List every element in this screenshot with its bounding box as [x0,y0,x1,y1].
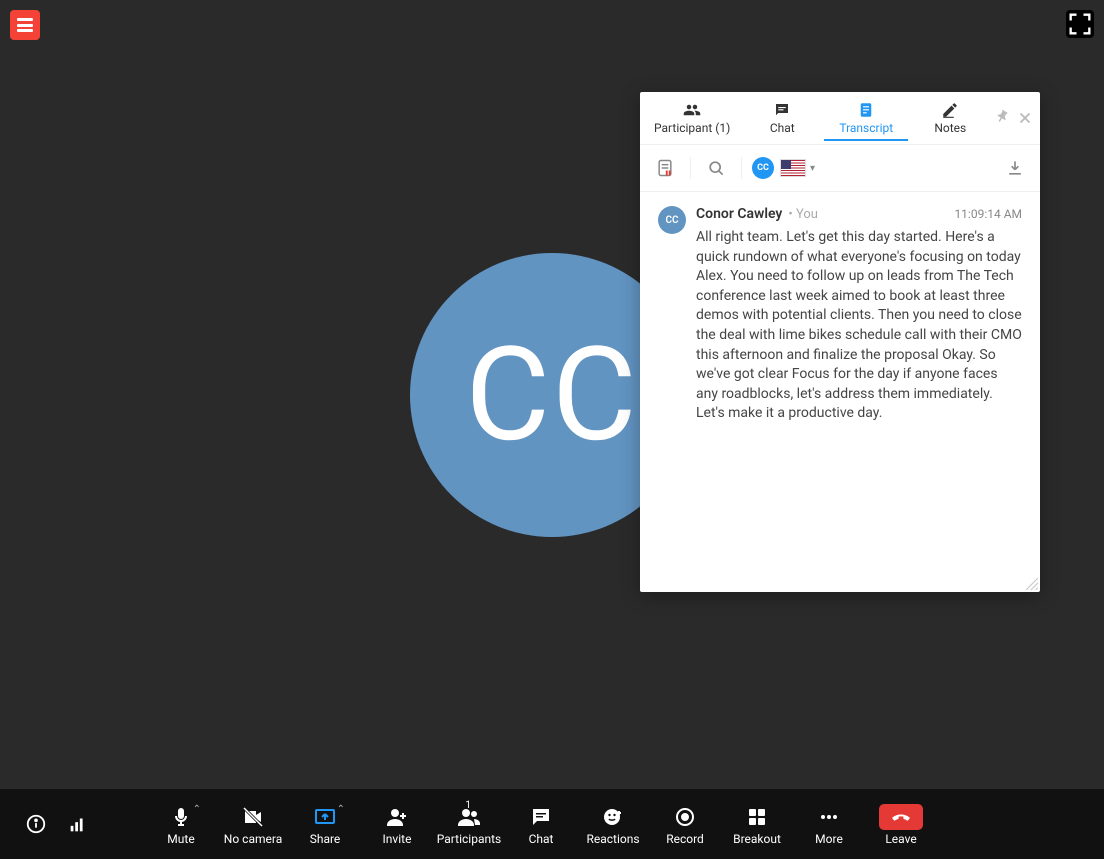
breakout-icon [745,805,769,829]
tab-label: Chat [770,121,795,135]
breakout-button[interactable]: Breakout [724,794,790,854]
camera-off-icon [241,805,265,829]
transcript-pause-icon [655,158,675,178]
button-label: Reactions [586,832,639,846]
participant-icon [683,101,701,119]
button-label: Chat [529,832,554,846]
share-screen-icon [313,805,337,829]
entry-author: Conor Cawley [696,206,782,222]
cc-avatar-badge: CC [752,157,774,179]
microphone-icon [169,805,193,829]
entry-timestamp: 11:09:14 AM [954,207,1022,221]
hangup-icon-wrapper [879,804,923,830]
entry-avatar: CC [658,206,686,234]
invite-icon [385,805,409,829]
button-label: No camera [224,832,282,846]
entry-main: Conor Cawley • You 11:09:14 AM All right… [696,206,1022,424]
record-icon [673,805,697,829]
no-camera-button[interactable]: No camera [220,794,286,854]
close-icon [1016,109,1034,127]
button-label: More [815,832,843,846]
pin-icon [994,109,1012,127]
search-button[interactable] [701,153,731,183]
transcript-toggle-button[interactable] [650,153,680,183]
button-label: Invite [383,832,412,846]
leave-button[interactable]: Leave [868,794,934,854]
download-button[interactable] [1000,153,1030,183]
button-label: Mute [167,832,194,846]
transcript-toolbar: CC ▾ [640,145,1040,192]
info-button[interactable] [18,806,54,842]
button-label: Breakout [733,832,781,846]
language-selector[interactable]: ▾ [780,159,815,177]
close-button[interactable] [1014,103,1036,133]
pin-button[interactable] [992,103,1014,133]
app-root: CC Participant (1) Chat Transcript Notes [0,0,1104,859]
share-button[interactable]: ⌃ Share [292,794,358,854]
side-panel: Participant (1) Chat Transcript Notes [640,92,1040,592]
download-icon [1005,158,1025,178]
dropdown-caret-icon: ▾ [810,163,815,174]
tab-participant[interactable]: Participant (1) [644,95,740,141]
chat-button[interactable]: Chat [508,794,574,854]
chevron-up-icon[interactable]: ⌃ [193,804,201,815]
notes-icon [941,101,959,119]
entry-header: Conor Cawley • You 11:09:14 AM [696,206,1022,222]
bottom-toolbar: ⌃ Mute No camera ⌃ Share Invite [0,789,1104,859]
toolbar-divider [741,157,742,179]
chat-icon [529,805,553,829]
toolbar-divider [690,157,691,179]
participants-badge: 1 [465,800,471,811]
participant-avatar-initials: CC [465,318,638,471]
signal-button[interactable] [60,806,96,842]
entry-text: All right team. Let's get this day start… [696,228,1022,424]
transcript-entry: CC Conor Cawley • You 11:09:14 AM All ri… [658,206,1022,424]
tab-label: Notes [934,121,966,135]
us-flag-icon [780,159,806,177]
tab-notes[interactable]: Notes [908,95,992,141]
tab-chat[interactable]: Chat [740,95,824,141]
button-label: Record [666,832,704,846]
resize-handle-icon[interactable] [1026,578,1038,590]
reactions-icon [601,805,625,829]
more-button[interactable]: More [796,794,862,854]
transcript-icon [857,101,875,119]
button-label: Leave [885,832,916,846]
info-icon [25,813,47,835]
transcript-body: CC Conor Cawley • You 11:09:14 AM All ri… [640,192,1040,592]
button-label: Share [310,832,341,846]
invite-button[interactable]: Invite [364,794,430,854]
tab-label: Participant (1) [654,121,730,135]
record-button[interactable]: Record [652,794,718,854]
search-icon [706,158,726,178]
entry-you-label: • You [788,207,818,222]
signal-icon [67,813,89,835]
tab-transcript[interactable]: Transcript [824,95,908,141]
tab-label: Transcript [839,121,893,135]
participants-button[interactable]: 1 Participants [436,794,502,854]
chevron-up-icon[interactable]: ⌃ [337,804,345,815]
button-label: Participants [437,832,501,846]
more-icon [817,805,841,829]
chat-icon [773,101,791,119]
hangup-icon [891,807,911,827]
mute-button[interactable]: ⌃ Mute [148,794,214,854]
panel-tabs: Participant (1) Chat Transcript Notes [640,92,1040,145]
reactions-button[interactable]: Reactions [580,794,646,854]
